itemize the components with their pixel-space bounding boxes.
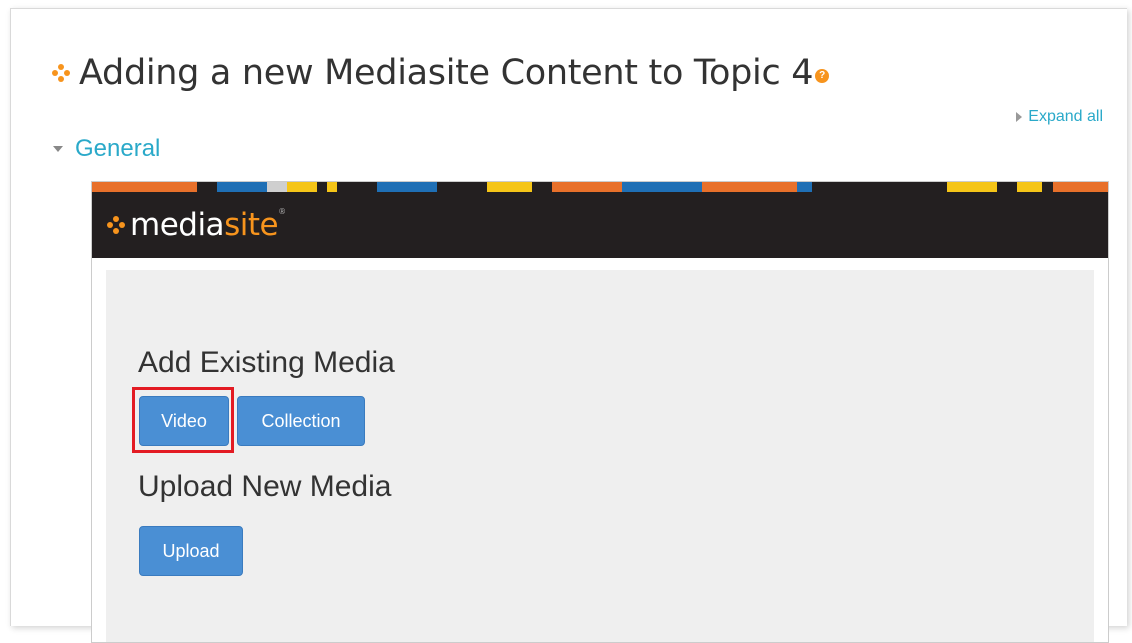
section-title[interactable]: General <box>75 135 160 163</box>
page-frame: Adding a new Mediasite Content to Topic … <box>10 8 1127 643</box>
caret-down-icon <box>53 146 63 152</box>
collection-button[interactable]: Collection <box>237 396 365 446</box>
expand-all-label[interactable]: Expand all <box>1028 108 1103 126</box>
mediasite-panel: mediasite® Add Existing Media Video Coll… <box>91 181 1109 643</box>
highlight-box <box>132 387 234 453</box>
section-toggle-general[interactable]: General <box>53 135 160 163</box>
mediasite-header: mediasite® <box>92 192 1108 258</box>
add-existing-heading: Add Existing Media <box>138 346 395 379</box>
expand-all-link[interactable]: Expand all <box>1016 108 1103 126</box>
mediasite-module-icon <box>51 63 71 83</box>
page-title: Adding a new Mediasite Content to Topic … <box>51 53 830 93</box>
caret-right-icon <box>1016 112 1023 122</box>
page-title-text: Adding a new Mediasite Content to Topic … <box>79 53 814 93</box>
mediasite-content: Add Existing Media Video Collection Uplo… <box>106 270 1094 642</box>
upload-button[interactable]: Upload <box>139 526 243 576</box>
mediasite-logo-icon <box>106 215 126 235</box>
color-stripe <box>92 182 1108 192</box>
mediasite-logo: mediasite® <box>130 207 286 243</box>
upload-heading: Upload New Media <box>138 470 392 503</box>
question-icon[interactable]: ? <box>815 69 830 83</box>
